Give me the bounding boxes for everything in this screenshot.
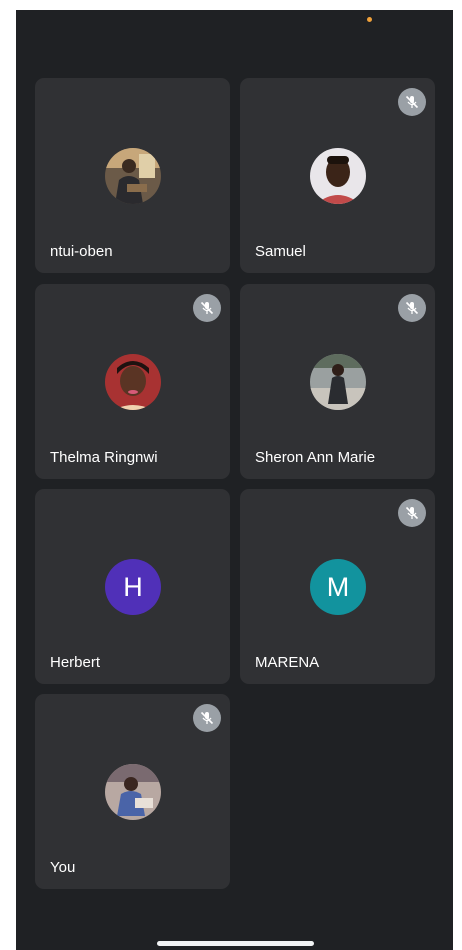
participant-avatar-initial: M [310,559,366,615]
mic-off-icon [193,704,221,732]
participant-avatar [105,764,161,820]
status-indicator-dot [367,17,372,22]
participant-avatar-initial: H [105,559,161,615]
participant-name: Samuel [255,243,306,260]
participant-name: Sheron Ann Marie [255,449,376,466]
mic-off-icon [398,294,426,322]
participant-tile-marena[interactable]: M MARENA [240,489,435,684]
participant-name: Thelma Ringnwi [50,449,158,466]
participant-tile-sheron-ann-marie[interactable]: Sheron Ann Marie [240,284,435,479]
home-indicator[interactable] [157,941,314,946]
participant-tile-ntui-oben[interactable]: ntui-oben [35,78,230,273]
participant-avatar [310,148,366,204]
call-screen: ntui-oben Samuel Thelma Ringnwi Sheron A… [16,10,453,950]
participant-avatar [105,148,161,204]
participant-avatar [310,354,366,410]
mic-off-icon [398,499,426,527]
participant-tile-samuel[interactable]: Samuel [240,78,435,273]
participant-name: Herbert [50,654,101,671]
participant-name: MARENA [255,654,320,671]
mic-off-icon [193,294,221,322]
mic-off-icon [398,88,426,116]
participant-name: ntui-oben [50,243,113,260]
participant-tile-you[interactable]: You [35,694,230,889]
participant-tile-herbert[interactable]: H Herbert [35,489,230,684]
participant-avatar [105,354,161,410]
participant-name: You [50,859,76,876]
participant-tile-thelma-ringnwi[interactable]: Thelma Ringnwi [35,284,230,479]
